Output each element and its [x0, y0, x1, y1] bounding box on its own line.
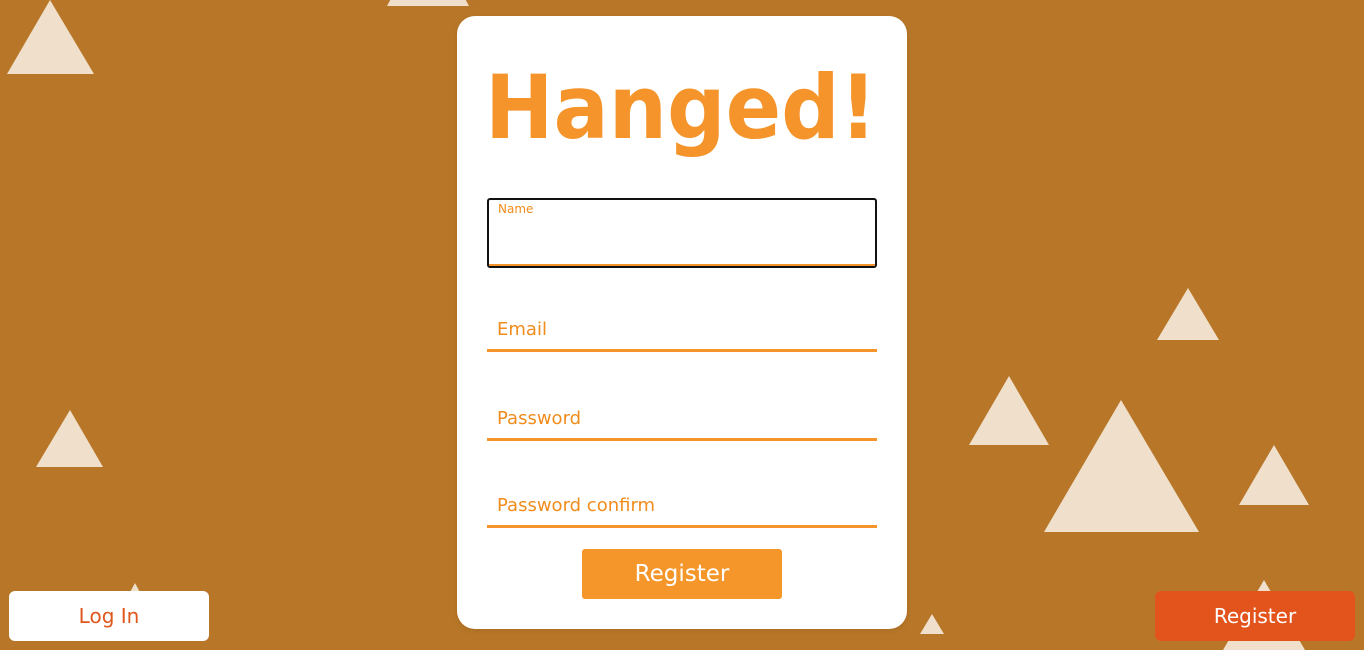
triangle-shape — [36, 410, 103, 467]
name-field[interactable]: Name — [487, 198, 877, 268]
name-input[interactable] — [498, 232, 866, 260]
email-label: Email — [497, 319, 547, 340]
triangle-shape — [7, 0, 94, 74]
triangle-shape — [969, 376, 1049, 445]
password-field[interactable]: Password — [487, 391, 877, 441]
login-button[interactable]: Log In — [9, 591, 209, 641]
password-confirm-label: Password confirm — [497, 495, 656, 516]
triangle-shape — [1044, 400, 1199, 532]
password-label: Password — [497, 408, 582, 429]
register-card: Hanged! Name Email Password Password con… — [457, 16, 907, 629]
email-field[interactable]: Email — [487, 302, 877, 352]
register-submit-button[interactable]: Register — [582, 549, 782, 599]
triangle-shape — [1239, 445, 1309, 505]
triangle-shape — [1157, 288, 1219, 340]
logo-text: Hanged! — [485, 56, 877, 159]
name-label: Name — [498, 202, 534, 216]
triangle-shape — [387, 0, 469, 6]
hanged-logo: Hanged! — [485, 56, 877, 159]
triangle-shape — [920, 614, 944, 634]
register-nav-button[interactable]: Register — [1155, 591, 1355, 641]
password-confirm-field[interactable]: Password confirm — [487, 478, 877, 528]
